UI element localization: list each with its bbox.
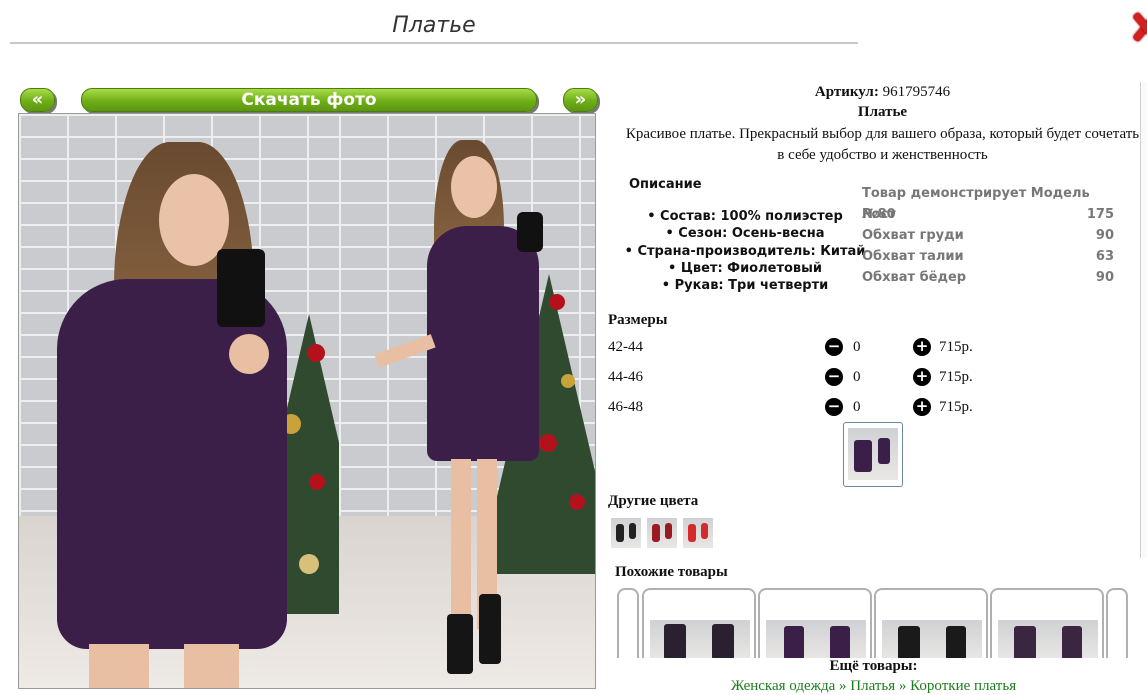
other-colors-title: Другие цвета <box>608 493 699 509</box>
more-products-title: Ещё товары: <box>829 658 918 674</box>
product-name: Платье <box>857 104 908 120</box>
photo-left <box>19 114 339 688</box>
spec-item: • Страна-производитель: Китай <box>624 243 866 259</box>
sizes-title: Размеры <box>608 312 668 328</box>
size-price: 715р. <box>939 369 973 385</box>
model-row-value: 90 <box>1095 270 1114 285</box>
size-label: 42-44 <box>608 339 643 355</box>
spec-item: • Рукав: Три четверти <box>661 278 829 294</box>
page-title: Платье <box>10 8 858 44</box>
color-thumbnail-red[interactable] <box>647 518 677 548</box>
prev-photo-button[interactable]: « <box>20 88 55 112</box>
breadcrumb-links[interactable]: Женская одежда » Платья » Короткие плать… <box>600 678 1147 695</box>
plus-icon[interactable]: + <box>913 398 931 416</box>
scrollbar[interactable] <box>1140 82 1147 558</box>
specs-list: • Состав: 100% полиэстер • Сезон: Осень-… <box>620 208 870 294</box>
next-photo-button[interactable]: » <box>563 88 598 112</box>
similar-card[interactable] <box>990 588 1104 668</box>
model-row-label: Обхват бёдер <box>862 270 967 285</box>
close-icon[interactable] <box>1130 10 1147 44</box>
similar-card[interactable] <box>617 588 639 668</box>
size-row: 44-46 − 0 + 715р. <box>608 367 1028 387</box>
model-row-value: 90 <box>1095 228 1114 243</box>
similar-card[interactable] <box>1106 588 1128 668</box>
minus-icon[interactable]: − <box>825 398 843 416</box>
article-value: 961795746 <box>882 84 951 100</box>
size-price: 715р. <box>939 399 973 415</box>
size-price: 715р. <box>939 339 973 355</box>
spec-item: • Цвет: Фиолетовый <box>667 260 823 276</box>
model-row: Обхват талии 63 <box>862 246 1114 267</box>
article-label: Артикул: <box>814 84 879 100</box>
similar-card[interactable] <box>874 588 988 668</box>
photo-thumbnail[interactable] <box>843 422 903 487</box>
download-photo-button[interactable]: Скачать фото <box>81 88 537 112</box>
minus-icon[interactable]: − <box>825 338 843 356</box>
spec-item: • Сезон: Осень-весна <box>665 226 825 242</box>
model-measurements: Товар демонстрирует Модель №80 Рост 175 О… <box>862 183 1114 288</box>
photo-right <box>339 114 595 688</box>
size-row: 42-44 − 0 + 715р. <box>608 337 1028 357</box>
similar-title: Похожие товары <box>615 564 728 580</box>
similar-card[interactable] <box>758 588 872 668</box>
size-qty: 0 <box>853 339 861 355</box>
product-photo[interactable] <box>18 113 596 689</box>
model-header-text: Товар демонстрирует Модель №80 <box>862 186 1090 222</box>
model-row-label: Обхват груди <box>862 228 964 243</box>
minus-icon[interactable]: − <box>825 368 843 386</box>
size-label: 44-46 <box>608 369 643 385</box>
more-products: Ещё товары: Женская одежда » Платья » Ко… <box>600 658 1147 694</box>
model-row: Обхват груди 90 <box>862 225 1114 246</box>
plus-icon[interactable]: + <box>913 368 931 386</box>
spec-item: • Состав: 100% полиэстер <box>647 209 843 224</box>
size-qty: 0 <box>853 399 861 415</box>
article: Артикул: 961795746 <box>605 84 1147 101</box>
color-thumbnail-bright-red[interactable] <box>683 518 713 548</box>
size-label: 46-48 <box>608 399 643 415</box>
model-header: Товар демонстрирует Модель №80 <box>862 183 1114 222</box>
plus-icon[interactable]: + <box>913 338 931 356</box>
size-row: 46-48 − 0 + 715р. <box>608 397 1028 417</box>
specs-title: Описание <box>629 177 702 192</box>
size-qty: 0 <box>853 369 861 385</box>
color-thumbnail-black[interactable] <box>611 518 641 548</box>
similar-card[interactable] <box>642 588 756 668</box>
model-row-label: Обхват талии <box>862 249 964 264</box>
model-row-value: 63 <box>1095 249 1114 264</box>
model-row: Обхват бёдер 90 <box>862 267 1114 288</box>
model-row: Рост 175 <box>862 204 1114 225</box>
model-row-label: Рост <box>862 207 896 222</box>
model-row-value: 175 <box>1086 207 1114 222</box>
product-description: Красивое платье. Прекрасный выбор для ва… <box>625 126 1140 163</box>
